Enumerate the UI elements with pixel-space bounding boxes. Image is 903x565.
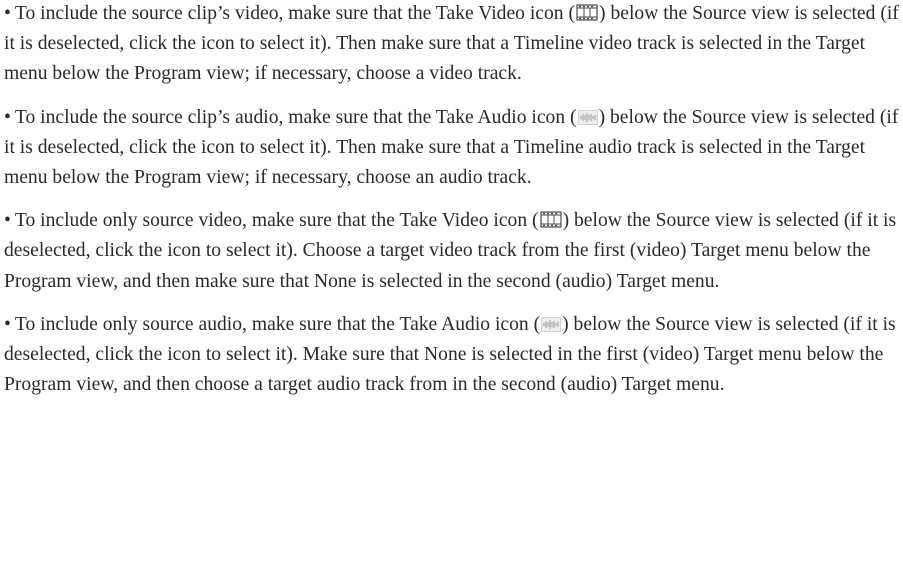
bullet: • (4, 210, 11, 232)
take-video-icon (576, 4, 598, 21)
take-video-icon (539, 211, 562, 228)
paragraph-text-start: To include only source video, make sure … (14, 210, 539, 232)
paragraph-text-start: To include the source clip’s video, make… (14, 3, 576, 24)
bullet: • (4, 313, 11, 335)
bullet: • (4, 106, 11, 128)
bullet: • (4, 3, 11, 24)
document-page: • To include the source clip’s video, mak… (0, 0, 903, 564)
take-audio-icon (577, 109, 598, 125)
take-audio-icon (541, 316, 562, 332)
paragraph-include-only-audio: • To include only source audio, make sure… (4, 310, 903, 401)
paragraph-text-start: To include the source clip’s audio, make… (14, 106, 577, 128)
paragraph-text-start: To include only source audio, make sure … (14, 313, 541, 335)
paragraph-include-video: • To include the source clip’s video, mak… (4, 0, 903, 90)
paragraph-include-audio: • To include the source clip’s audio, mak… (4, 103, 903, 194)
paragraph-include-only-video: • To include only source video, make sure… (4, 206, 903, 297)
